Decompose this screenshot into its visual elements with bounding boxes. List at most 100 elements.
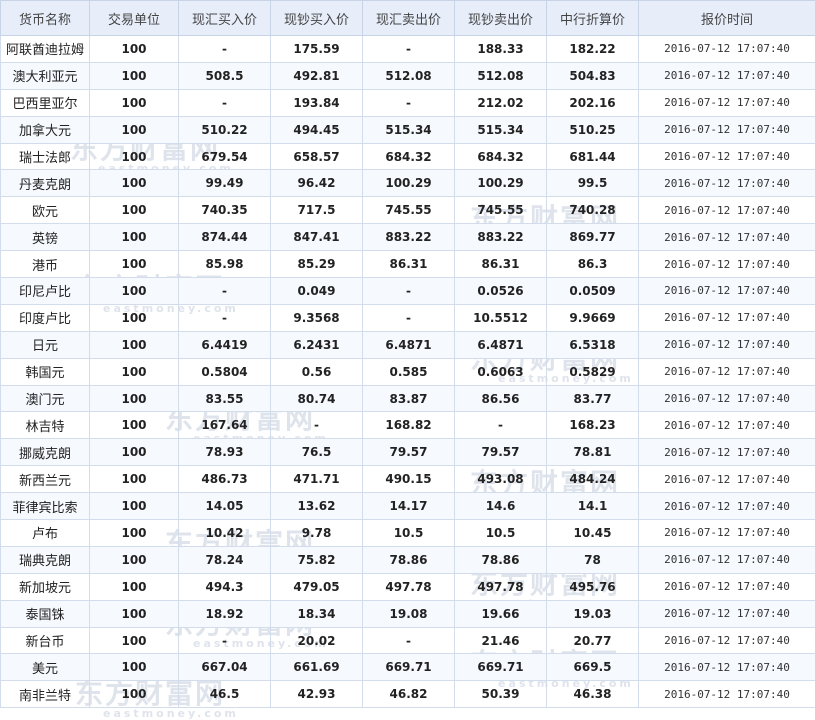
spot-buy-price-cell: 46.5 xyxy=(179,681,271,708)
trade-unit-cell: 100 xyxy=(90,412,179,439)
cash-sell-price-cell: 10.5 xyxy=(455,520,547,547)
spot-buy-price-cell: 167.64 xyxy=(179,412,271,439)
trade-unit-cell: 100 xyxy=(90,62,179,89)
cash-sell-price-cell: 745.55 xyxy=(455,197,547,224)
spot-buy-price-cell: - xyxy=(179,36,271,63)
header-boc-rate[interactable]: 中行折算价 xyxy=(547,1,639,36)
trade-unit-cell: 100 xyxy=(90,654,179,681)
cash-sell-price-cell: 50.39 xyxy=(455,681,547,708)
quote-time-cell: 2016-07-12 17:07:40 xyxy=(639,89,815,116)
spot-sell-price-cell: 883.22 xyxy=(363,224,455,251)
quote-time-cell: 2016-07-12 17:07:40 xyxy=(639,331,815,358)
table-row[interactable]: 新加坡元100494.3479.05497.78497.78495.762016… xyxy=(1,573,815,600)
spot-sell-price-cell: 168.82 xyxy=(363,412,455,439)
spot-sell-price-cell: 515.34 xyxy=(363,116,455,143)
spot-sell-price-cell: 46.82 xyxy=(363,681,455,708)
trade-unit-cell: 100 xyxy=(90,170,179,197)
cash-buy-price-cell: - xyxy=(271,412,363,439)
table-row[interactable]: 印尼卢比100-0.049-0.05260.05092016-07-12 17:… xyxy=(1,278,815,305)
table-row[interactable]: 林吉特100167.64-168.82-168.232016-07-12 17:… xyxy=(1,412,815,439)
table-row[interactable]: 英镑100874.44847.41883.22883.22869.772016-… xyxy=(1,224,815,251)
cash-buy-price-cell: 471.71 xyxy=(271,466,363,493)
trade-unit-cell: 100 xyxy=(90,331,179,358)
trade-unit-cell: 100 xyxy=(90,493,179,520)
header-spot-buy[interactable]: 现汇买入价 xyxy=(179,1,271,36)
boc-conversion-price-cell: 86.3 xyxy=(547,251,639,278)
quote-time-cell: 2016-07-12 17:07:40 xyxy=(639,197,815,224)
boc-conversion-price-cell: 19.03 xyxy=(547,600,639,627)
table-row[interactable]: 丹麦克朗10099.4996.42100.29100.2999.52016-07… xyxy=(1,170,815,197)
header-currency-name[interactable]: 货币名称 xyxy=(1,1,90,36)
boc-conversion-price-cell: 202.16 xyxy=(547,89,639,116)
table-row[interactable]: 港币10085.9885.2986.3186.3186.32016-07-12 … xyxy=(1,251,815,278)
spot-buy-price-cell: 486.73 xyxy=(179,466,271,493)
cash-sell-price-cell: - xyxy=(455,412,547,439)
spot-sell-price-cell: - xyxy=(363,627,455,654)
table-row[interactable]: 阿联酋迪拉姆100-175.59-188.33182.222016-07-12 … xyxy=(1,36,815,63)
quote-time-cell: 2016-07-12 17:07:40 xyxy=(639,573,815,600)
spot-buy-price-cell: 85.98 xyxy=(179,251,271,278)
spot-buy-price-cell: - xyxy=(179,278,271,305)
currency-name-cell: 新西兰元 xyxy=(1,466,90,493)
table-row[interactable]: 加拿大元100510.22494.45515.34515.34510.25201… xyxy=(1,116,815,143)
table-row[interactable]: 巴西里亚尔100-193.84-212.02202.162016-07-12 1… xyxy=(1,89,815,116)
table-row[interactable]: 澳门元10083.5580.7483.8786.5683.772016-07-1… xyxy=(1,385,815,412)
table-row[interactable]: 新西兰元100486.73471.71490.15493.08484.24201… xyxy=(1,466,815,493)
header-quote-time[interactable]: 报价时间 xyxy=(639,1,815,36)
cash-buy-price-cell: 492.81 xyxy=(271,62,363,89)
quote-time-cell: 2016-07-12 17:07:40 xyxy=(639,170,815,197)
table-row[interactable]: 泰国铢10018.9218.3419.0819.6619.032016-07-1… xyxy=(1,600,815,627)
boc-conversion-price-cell: 10.45 xyxy=(547,520,639,547)
table-row[interactable]: 韩国元1000.58040.560.5850.60630.58292016-07… xyxy=(1,358,815,385)
table-row[interactable]: 新台币100-20.02-21.4620.772016-07-12 17:07:… xyxy=(1,627,815,654)
cash-sell-price-cell: 78.86 xyxy=(455,546,547,573)
table-row[interactable]: 菲律宾比索10014.0513.6214.1714.614.12016-07-1… xyxy=(1,493,815,520)
watermark-url: eastmoney.com xyxy=(103,708,239,719)
spot-buy-price-cell: 0.5804 xyxy=(179,358,271,385)
cash-sell-price-cell: 515.34 xyxy=(455,116,547,143)
cash-sell-price-cell: 14.6 xyxy=(455,493,547,520)
spot-buy-price-cell: 78.24 xyxy=(179,546,271,573)
quote-time-cell: 2016-07-12 17:07:40 xyxy=(639,466,815,493)
cash-buy-price-cell: 13.62 xyxy=(271,493,363,520)
trade-unit-cell: 100 xyxy=(90,681,179,708)
table-row[interactable]: 卢布10010.429.7810.510.510.452016-07-12 17… xyxy=(1,520,815,547)
cash-sell-price-cell: 19.66 xyxy=(455,600,547,627)
quote-time-cell: 2016-07-12 17:07:40 xyxy=(639,493,815,520)
boc-conversion-price-cell: 504.83 xyxy=(547,62,639,89)
table-row[interactable]: 日元1006.44196.24316.48716.48716.53182016-… xyxy=(1,331,815,358)
header-cash-buy[interactable]: 现钞买入价 xyxy=(271,1,363,36)
cash-sell-price-cell: 493.08 xyxy=(455,466,547,493)
rate-table-container: 东方财富网eastmoney.com东方财富网eastmoney.com东方财富… xyxy=(0,0,815,709)
trade-unit-cell: 100 xyxy=(90,385,179,412)
currency-name-cell: 阿联酋迪拉姆 xyxy=(1,36,90,63)
header-cash-sell[interactable]: 现钞卖出价 xyxy=(455,1,547,36)
quote-time-cell: 2016-07-12 17:07:40 xyxy=(639,520,815,547)
table-row[interactable]: 欧元100740.35717.5745.55745.55740.282016-0… xyxy=(1,197,815,224)
table-row[interactable]: 瑞士法郎100679.54658.57684.32684.32681.44201… xyxy=(1,143,815,170)
cash-buy-price-cell: 75.82 xyxy=(271,546,363,573)
currency-name-cell: 卢布 xyxy=(1,520,90,547)
quote-time-cell: 2016-07-12 17:07:40 xyxy=(639,627,815,654)
spot-sell-price-cell: - xyxy=(363,278,455,305)
currency-name-cell: 加拿大元 xyxy=(1,116,90,143)
header-spot-sell[interactable]: 现汇卖出价 xyxy=(363,1,455,36)
spot-sell-price-cell: - xyxy=(363,36,455,63)
table-row[interactable]: 南非兰特10046.542.9346.8250.3946.382016-07-1… xyxy=(1,681,815,708)
table-row[interactable]: 瑞典克朗10078.2475.8278.8678.86782016-07-12 … xyxy=(1,546,815,573)
cash-sell-price-cell: 0.6063 xyxy=(455,358,547,385)
spot-sell-price-cell: 6.4871 xyxy=(363,331,455,358)
cash-buy-price-cell: 42.93 xyxy=(271,681,363,708)
header-trade-unit[interactable]: 交易单位 xyxy=(90,1,179,36)
table-row[interactable]: 美元100667.04661.69669.71669.71669.52016-0… xyxy=(1,654,815,681)
boc-conversion-price-cell: 495.76 xyxy=(547,573,639,600)
currency-name-cell: 印尼卢比 xyxy=(1,278,90,305)
table-row[interactable]: 挪威克朗10078.9376.579.5779.5778.812016-07-1… xyxy=(1,439,815,466)
cash-buy-price-cell: 85.29 xyxy=(271,251,363,278)
currency-name-cell: 菲律宾比索 xyxy=(1,493,90,520)
table-row[interactable]: 澳大利亚元100508.5492.81512.08512.08504.83201… xyxy=(1,62,815,89)
boc-conversion-price-cell: 83.77 xyxy=(547,385,639,412)
spot-buy-price-cell: 874.44 xyxy=(179,224,271,251)
table-row[interactable]: 印度卢比100-9.3568-10.55129.96692016-07-12 1… xyxy=(1,304,815,331)
currency-name-cell: 欧元 xyxy=(1,197,90,224)
